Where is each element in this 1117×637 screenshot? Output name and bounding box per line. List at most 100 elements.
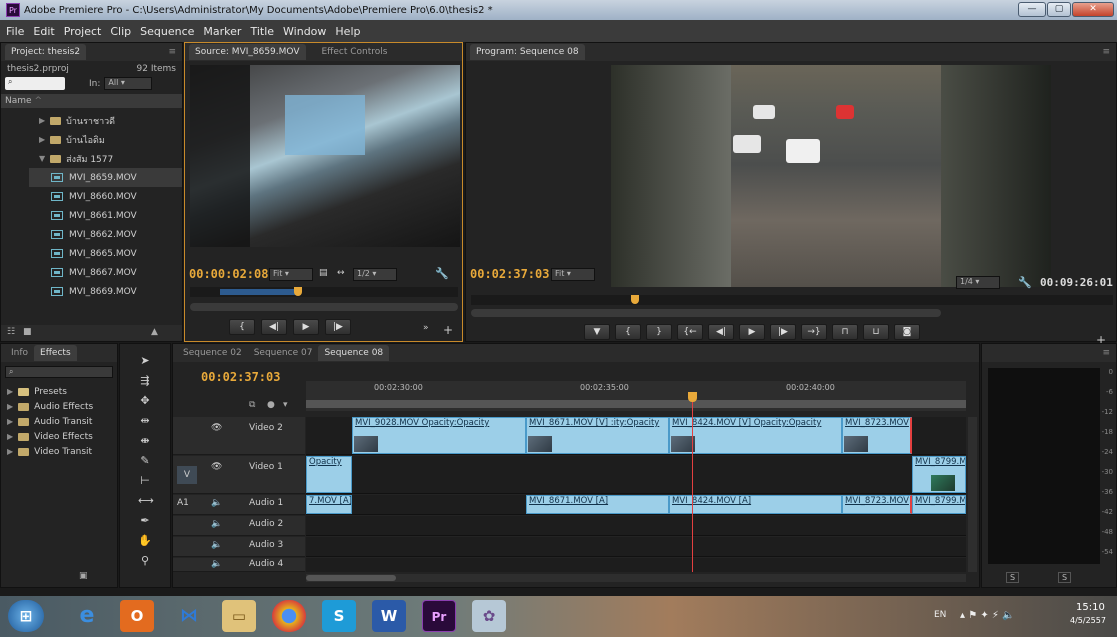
- new-bin-icon[interactable]: ▣: [79, 571, 88, 581]
- safe-margins-icon[interactable]: ▤: [319, 268, 328, 278]
- premiere-taskbar-icon[interactable]: Pr: [422, 600, 456, 632]
- speaker-icon[interactable]: 🔈: [211, 519, 222, 529]
- source-resolution-select[interactable]: 1/2 ▾: [353, 268, 397, 281]
- step-forward-button[interactable]: |▶: [325, 319, 351, 335]
- clip-item-selected[interactable]: MVI_8659.MOV: [29, 168, 182, 187]
- zoom-icon[interactable]: ▲: [151, 327, 158, 337]
- internet-explorer-icon[interactable]: e: [70, 600, 104, 632]
- file-explorer-icon[interactable]: ▭: [222, 600, 256, 632]
- folder-item[interactable]: ▶ บ้านราชาวดี: [39, 111, 182, 130]
- clip-item[interactable]: MVI_8660.MOV: [39, 187, 182, 206]
- menu-project[interactable]: Project: [64, 25, 102, 38]
- rolling-edit-tool-icon[interactable]: ⇹: [138, 414, 152, 428]
- slide-tool-icon[interactable]: ⟷: [138, 494, 154, 508]
- word-icon[interactable]: W: [372, 600, 406, 632]
- timeline-clip[interactable]: MVI_8424.MOV [V] Opacity:Opacity: [669, 417, 842, 454]
- source-zoom-bar[interactable]: [190, 303, 458, 311]
- tab-sequence-02[interactable]: Sequence 02: [177, 345, 248, 361]
- folder-item[interactable]: ▶ บ้านไอดิม: [39, 130, 182, 149]
- slip-tool-icon[interactable]: ⊢: [138, 474, 152, 488]
- go-to-out-button[interactable]: →}: [801, 324, 827, 340]
- extract-button[interactable]: ⊔: [863, 324, 889, 340]
- effects-folder[interactable]: ▶ Video Effects: [7, 429, 117, 444]
- tab-sequence-08[interactable]: Sequence 08: [318, 345, 390, 361]
- hand-tool-icon[interactable]: ✋: [138, 534, 152, 548]
- zoom-tool-icon[interactable]: ⚲: [138, 554, 152, 568]
- export-frame-button[interactable]: ◙: [894, 324, 920, 340]
- program-time-ruler[interactable]: [471, 295, 1113, 305]
- in-filter-select[interactable]: All ▾: [104, 77, 153, 90]
- menu-sequence[interactable]: Sequence: [140, 25, 194, 38]
- ripple-edit-tool-icon[interactable]: ✥: [138, 394, 152, 408]
- timeline-horizontal-scrollbar[interactable]: [306, 574, 966, 582]
- play-button[interactable]: ▶: [293, 319, 319, 335]
- source-time-ruler[interactable]: [190, 287, 458, 297]
- timeline-clip[interactable]: MVI_8799.M: [912, 495, 966, 514]
- timeline-clip[interactable]: MVI_8671.MOV [V] :ity:Opacity: [526, 417, 669, 454]
- razor-tool-icon[interactable]: ✎: [138, 454, 152, 468]
- timeline-clip[interactable]: MVI_9028.MOV Opacity:Opacity: [352, 417, 526, 454]
- timeline-clip[interactable]: MVI_8671.MOV [A]: [526, 495, 669, 514]
- audio-target[interactable]: A1: [177, 498, 189, 508]
- project-tab[interactable]: Project: thesis2: [5, 44, 87, 60]
- project-search-input[interactable]: ⌕: [5, 77, 65, 90]
- timeline-ruler[interactable]: 00:02:30:00 00:02:35:00 00:02:40:00: [306, 381, 966, 411]
- pen-tool-icon[interactable]: ✒: [138, 514, 152, 528]
- list-view-icon[interactable]: ☷: [7, 327, 15, 337]
- add-marker-icon[interactable]: ▾: [283, 400, 288, 410]
- program-resolution-select[interactable]: 1/4 ▾: [956, 276, 1000, 289]
- column-header-name[interactable]: Name ^: [1, 94, 182, 108]
- rate-stretch-tool-icon[interactable]: ⇼: [138, 434, 152, 448]
- mark-in-button[interactable]: {: [615, 324, 641, 340]
- eye-icon[interactable]: 👁: [211, 462, 222, 472]
- clip-item[interactable]: MVI_8667.MOV: [39, 263, 182, 282]
- source-fit-select[interactable]: Fit ▾: [269, 268, 313, 281]
- effects-tab[interactable]: Effects: [34, 345, 77, 361]
- paint-icon[interactable]: ✿: [472, 600, 506, 632]
- program-tab[interactable]: Program: Sequence 08: [470, 44, 585, 60]
- timeline-clip[interactable]: MVI_8424.MOV [A]: [669, 495, 842, 514]
- timeline-clip[interactable]: MVI_8723.MOV: [842, 495, 912, 514]
- menu-title[interactable]: Title: [250, 25, 274, 38]
- clip-item[interactable]: MVI_8662.MOV: [39, 225, 182, 244]
- step-back-button[interactable]: ◀|: [261, 319, 287, 335]
- info-tab[interactable]: Info: [5, 345, 34, 361]
- timeline-clip[interactable]: 7.MOV [A]: [306, 495, 352, 514]
- menu-help[interactable]: Help: [335, 25, 360, 38]
- program-playhead[interactable]: [631, 295, 639, 304]
- add-marker-button[interactable]: ▼: [584, 324, 610, 340]
- skype-icon[interactable]: S: [322, 600, 356, 632]
- menu-marker[interactable]: Marker: [203, 25, 241, 38]
- panel-menu-icon[interactable]: ≡: [168, 47, 176, 57]
- speaker-icon[interactable]: 🔈: [211, 498, 222, 508]
- selection-tool-icon[interactable]: ➤: [138, 354, 152, 368]
- mark-in-button[interactable]: {: [229, 319, 255, 335]
- step-forward-button[interactable]: |▶: [770, 324, 796, 340]
- work-area-bar[interactable]: [306, 400, 966, 408]
- step-back-button[interactable]: ◀|: [708, 324, 734, 340]
- source-tab[interactable]: Source: MVI_8659.MOV: [189, 44, 306, 60]
- effects-folder[interactable]: ▶ Video Transit: [7, 444, 117, 459]
- menu-window[interactable]: Window: [283, 25, 326, 38]
- add-button[interactable]: +: [443, 323, 453, 337]
- timeline-vertical-scrollbar[interactable]: [968, 417, 977, 572]
- effects-folder[interactable]: ▶ Audio Effects: [7, 399, 117, 414]
- chrome-icon[interactable]: [272, 600, 306, 632]
- eye-icon[interactable]: 👁: [211, 423, 222, 433]
- source-playhead[interactable]: [294, 287, 302, 296]
- lift-button[interactable]: ⊓: [832, 324, 858, 340]
- speaker-icon[interactable]: 🔈: [211, 540, 222, 550]
- wrench-icon[interactable]: 🔧: [1018, 276, 1032, 289]
- clip-item[interactable]: MVI_8669.MOV: [39, 282, 182, 301]
- effects-folder[interactable]: ▶ Presets: [7, 384, 117, 399]
- timeline-clip[interactable]: Opacity: [306, 456, 352, 493]
- timeline-playhead-handle[interactable]: [688, 392, 697, 402]
- start-button[interactable]: ⊞: [8, 600, 44, 632]
- timeline-clip[interactable]: MVI_8723.MOV: [842, 417, 912, 454]
- menu-edit[interactable]: Edit: [33, 25, 54, 38]
- timeline-clip[interactable]: MVI_8799.M: [912, 456, 966, 493]
- play-button[interactable]: ▶: [739, 324, 765, 340]
- snap-icon[interactable]: ⧉: [249, 400, 255, 410]
- solo-left-button[interactable]: S: [1006, 572, 1020, 583]
- panel-menu-icon[interactable]: ≡: [1102, 348, 1110, 358]
